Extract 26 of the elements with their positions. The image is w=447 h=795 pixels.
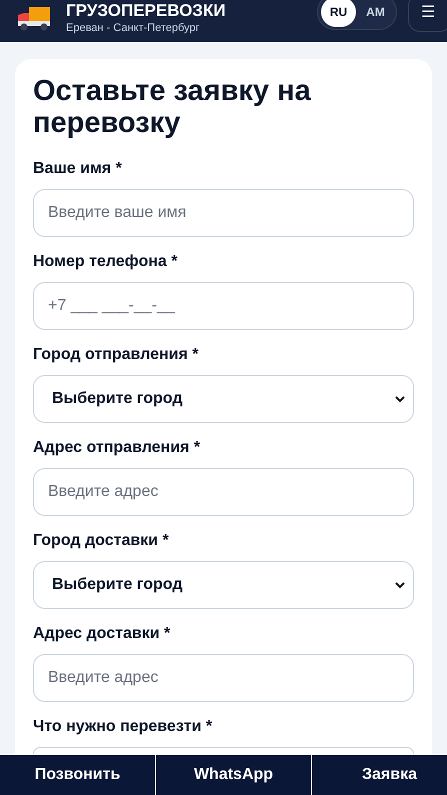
field-label: Адрес доставки * <box>33 624 172 644</box>
bottom-bar-button[interactable]: Позвонить <box>0 755 155 795</box>
language-tab[interactable]: RU <box>321 0 356 27</box>
bottom-bar-button[interactable]: WhatsApp <box>155 755 311 795</box>
chevron-down-icon <box>395 396 405 402</box>
form-title: Оставьте заявку на перевозку <box>33 75 312 139</box>
city-dropdown[interactable]: Выберите город <box>33 561 414 609</box>
input-field[interactable]: Введите ваше имя <box>33 189 414 237</box>
field-label: Ваше имя * <box>33 159 123 179</box>
truck-icon <box>16 5 52 33</box>
input-field[interactable]: +7 ___ ___-__-__ <box>33 282 414 330</box>
field-label: Номер телефона * <box>33 252 178 272</box>
bottom-bar-button[interactable]: Заявка <box>311 755 447 795</box>
input-field[interactable]: Введите адрес <box>33 654 414 702</box>
field-label: Что нужно перевезти * <box>33 717 214 737</box>
language-tab[interactable]: AM <box>358 0 393 27</box>
input-field[interactable] <box>33 747 414 754</box>
input-field[interactable]: Введите адрес <box>33 468 414 516</box>
site-subtitle: Ереван - Санкт-Петербург <box>66 21 201 35</box>
field-label: Город доставки * <box>33 531 170 551</box>
menu-button[interactable]: ☰ <box>408 0 447 32</box>
field-label: Город отправления * <box>33 345 200 365</box>
site-title: ГРУЗОПЕРЕВОЗКИ <box>66 1 226 21</box>
field-label: Адрес отправления * <box>33 438 202 458</box>
city-dropdown[interactable]: Выберите город <box>33 375 414 423</box>
chevron-down-icon <box>395 582 405 588</box>
